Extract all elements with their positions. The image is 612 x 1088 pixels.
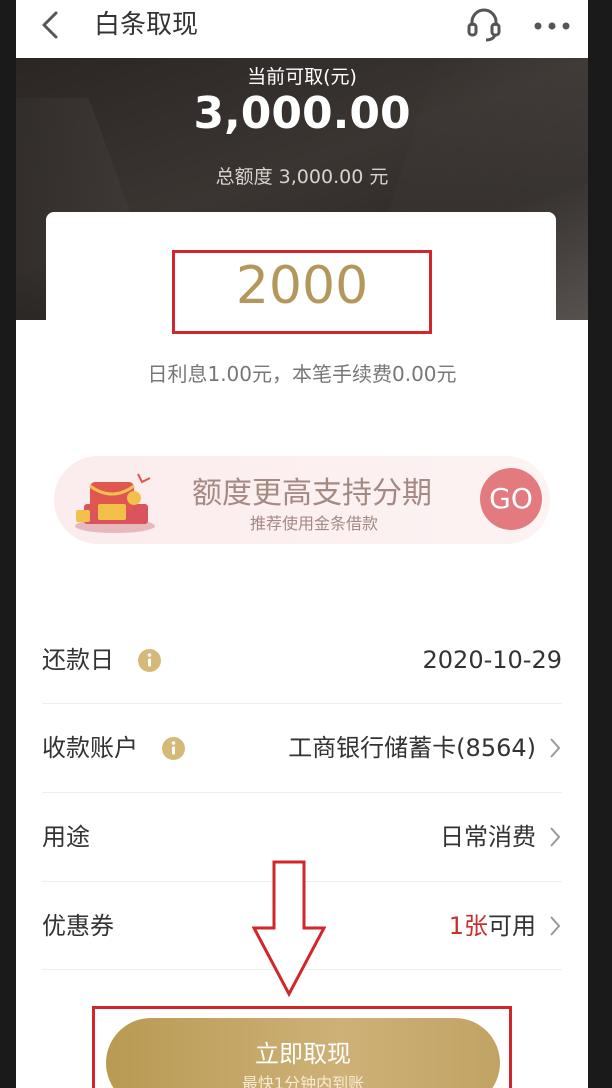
annotation-highlight-box bbox=[172, 250, 432, 334]
annotation-highlight-box bbox=[92, 1006, 512, 1088]
repay-day-label: 还款日 bbox=[42, 646, 114, 674]
headset-icon[interactable] bbox=[464, 4, 504, 44]
chevron-left-icon[interactable] bbox=[36, 9, 68, 41]
page-title: 白条取现 bbox=[94, 10, 199, 40]
purpose-label: 用途 bbox=[42, 823, 90, 851]
more-horizontal-icon[interactable] bbox=[530, 6, 574, 42]
go-button[interactable]: GO bbox=[480, 468, 542, 530]
chevron-right-icon bbox=[550, 827, 561, 847]
available-label: 当前可取(元) bbox=[247, 66, 357, 88]
chevron-right-icon bbox=[550, 738, 561, 758]
coupon-count: 1张 bbox=[448, 912, 488, 940]
coupon-label: 优惠券 bbox=[42, 912, 114, 940]
total-credit: 总额度 3,000.00 元 bbox=[215, 166, 389, 188]
repay-day-value: 2020-10-29 bbox=[422, 646, 562, 674]
chevron-right-icon bbox=[550, 916, 561, 936]
account-value: 工商银行储蓄卡(8564) bbox=[288, 734, 536, 762]
coupon-suffix: 可用 bbox=[488, 912, 536, 940]
promo-subtitle: 推荐使用金条借款 bbox=[250, 514, 379, 533]
coupon-value: 1张可用 bbox=[449, 882, 536, 970]
annotation-arrow-icon bbox=[252, 860, 326, 998]
page: 白条取现 当前可取(元) 3,000.00 总额度 3,000.00 元 200… bbox=[16, 0, 588, 1088]
account-row[interactable]: 收款账户 工商银行储蓄卡(8564) bbox=[42, 704, 562, 792]
purpose-value: 日常消费 bbox=[440, 823, 536, 851]
info-icon[interactable] bbox=[162, 737, 185, 760]
top-nav-bar: 白条取现 bbox=[16, 0, 588, 58]
info-icon[interactable] bbox=[138, 649, 161, 672]
gift-money-icon bbox=[75, 473, 155, 533]
available-amount: 3,000.00 bbox=[193, 88, 411, 139]
fee-info: 日利息1.00元，本笔手续费0.00元 bbox=[147, 362, 457, 386]
account-label: 收款账户 bbox=[42, 734, 138, 762]
promo-banner[interactable]: 额度更高支持分期 推荐使用金条借款 GO bbox=[54, 456, 550, 544]
promo-title: 额度更高支持分期 bbox=[192, 476, 432, 511]
repay-day-row: 还款日 2020-10-29 bbox=[42, 616, 562, 704]
